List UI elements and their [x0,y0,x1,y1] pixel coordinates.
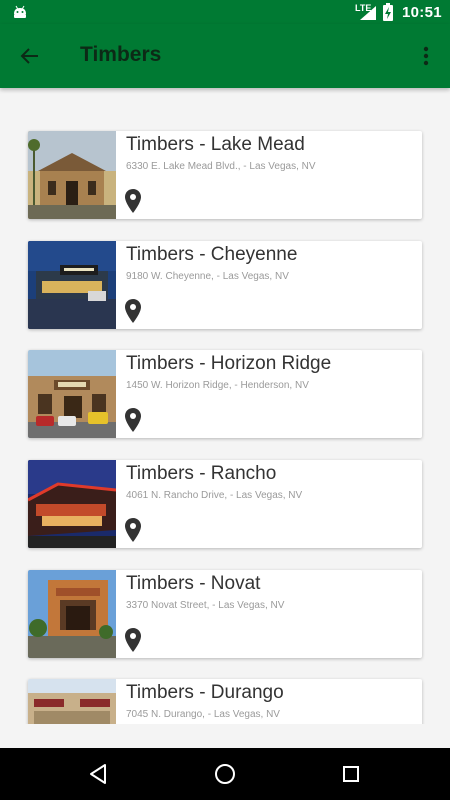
location-name: Timbers - Horizon Ridge [126,353,332,374]
android-icon [14,5,26,18]
location-name: Timbers - Lake Mead [126,134,305,155]
circle-home-icon [215,764,235,784]
signal-icon [360,6,376,20]
more-vert-icon [423,46,429,66]
location-address: 6330 E. Lake Mead Blvd., - Las Vegas, NV [126,161,316,172]
map-pin-icon[interactable] [124,518,142,542]
location-info: Timbers - Lake Mead 6330 E. Lake Mead Bl… [116,131,422,219]
location-name: Timbers - Rancho [126,463,277,484]
app-bar: Timbers [0,24,450,88]
status-bar: LTE 10:51 [0,0,450,24]
location-card[interactable]: Timbers - Lake Mead 6330 E. Lake Mead Bl… [28,131,422,219]
map-pin-icon[interactable] [124,189,142,213]
location-thumbnail [28,131,116,219]
nav-recents-button[interactable] [335,758,367,790]
location-address: 1450 W. Horizon Ridge, - Henderson, NV [126,380,309,391]
back-button[interactable] [12,38,48,74]
location-thumbnail [28,350,116,438]
location-card[interactable]: Timbers - Novat 3370 Novat Street, - Las… [28,570,422,658]
arrow-back-icon [20,48,38,64]
triangle-back-icon [90,764,106,784]
location-card[interactable]: Timbers - Horizon Ridge 1450 W. Horizon … [28,350,422,438]
location-thumbnail [28,241,116,329]
location-address: 3370 Novat Street, - Las Vegas, NV [126,600,285,611]
map-pin-icon[interactable] [124,408,142,432]
nav-home-button[interactable] [209,758,241,790]
location-list[interactable]: Timbers - Lake Mead 6330 E. Lake Mead Bl… [0,88,450,724]
location-info: Timbers - Rancho 4061 N. Rancho Drive, -… [116,460,422,548]
overflow-menu-button[interactable] [412,38,440,74]
battery-icon [383,3,393,21]
location-info: Timbers - Cheyenne 9180 W. Cheyenne, - L… [116,241,422,329]
location-card[interactable]: Timbers - Durango 7045 N. Durango, - Las… [28,679,422,724]
nav-back-button[interactable] [82,758,114,790]
location-name: Timbers - Cheyenne [126,244,298,265]
square-recents-icon [343,766,359,782]
location-info: Timbers - Horizon Ridge 1450 W. Horizon … [116,350,422,438]
location-info: Timbers - Durango 7045 N. Durango, - Las… [116,679,422,724]
page-title: Timbers [80,43,162,66]
location-card[interactable]: Timbers - Rancho 4061 N. Rancho Drive, -… [28,460,422,548]
location-info: Timbers - Novat 3370 Novat Street, - Las… [116,570,422,658]
clock: 10:51 [402,4,442,21]
location-name: Timbers - Durango [126,682,284,703]
location-address: 4061 N. Rancho Drive, - Las Vegas, NV [126,490,303,501]
location-thumbnail [28,460,116,548]
location-thumbnail [28,679,116,724]
location-card[interactable]: Timbers - Cheyenne 9180 W. Cheyenne, - L… [28,241,422,329]
map-pin-icon[interactable] [124,628,142,652]
location-name: Timbers - Novat [126,573,261,594]
location-thumbnail [28,570,116,658]
map-pin-icon[interactable] [124,299,142,323]
system-nav-bar [0,748,450,800]
location-address: 7045 N. Durango, - Las Vegas, NV [126,709,280,720]
location-address: 9180 W. Cheyenne, - Las Vegas, NV [126,271,289,282]
